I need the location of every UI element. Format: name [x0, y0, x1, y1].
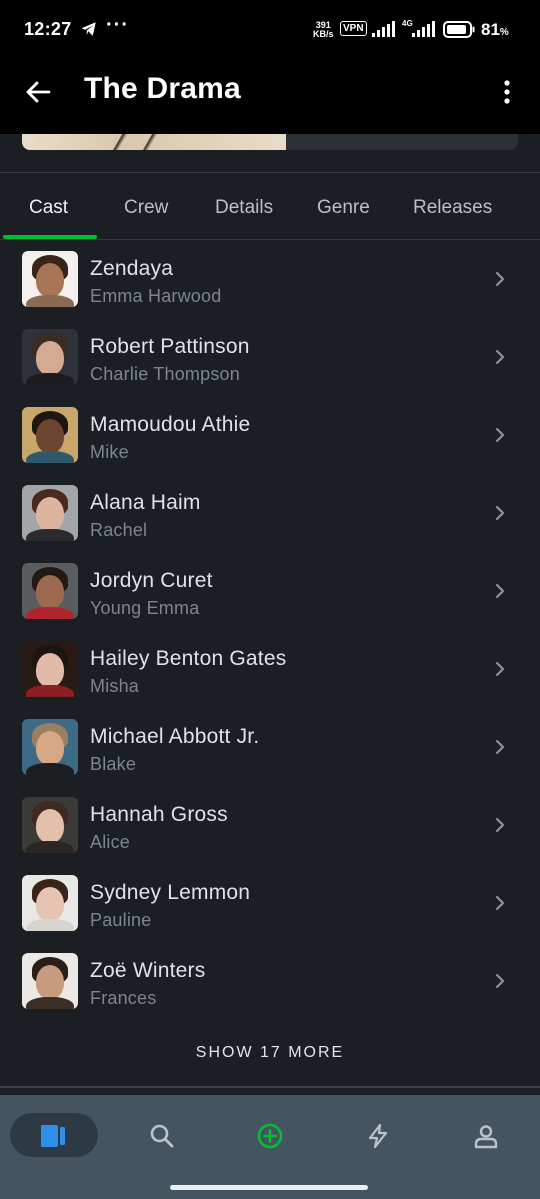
status-bar: 12:27 ··· 391 KB/s VPN 4G 81% [0, 0, 540, 62]
chevron-right-icon [495, 739, 505, 755]
page-title: The Drama [84, 72, 241, 105]
signal-icon-2 [412, 21, 435, 37]
lightning-icon[interactable] [365, 1123, 391, 1149]
chevron-right-icon [495, 271, 505, 287]
cast-role: Misha [90, 676, 140, 696]
tab-bar: Cast Crew Details Genre Releases [0, 173, 540, 239]
film-icon[interactable] [40, 1123, 66, 1149]
cast-row[interactable]: Sydney Lemmon Pauline [0, 864, 540, 942]
signal-icon [372, 21, 395, 37]
vpn-badge: VPN [340, 21, 367, 36]
avatar [22, 953, 78, 1009]
cast-row[interactable]: Zoë Winters Frances [0, 942, 540, 1020]
avatar [22, 563, 78, 619]
battery-icon [443, 21, 475, 38]
home-indicator[interactable] [170, 1185, 368, 1190]
chevron-right-icon [495, 817, 505, 833]
more-notifications-icon: ··· [106, 14, 129, 36]
cast-role: Rachel [90, 520, 148, 540]
cast-row[interactable]: Michael Abbott Jr. Blake [0, 708, 540, 786]
profile-icon[interactable] [473, 1123, 499, 1149]
cast-role: Emma Harwood [90, 286, 222, 306]
cast-name: Zendaya [90, 257, 174, 280]
battery-percent: 81% [481, 20, 509, 39]
tab-details[interactable]: Details [215, 197, 273, 219]
status-time: 12:27 [24, 19, 72, 39]
cast-role: Alice [90, 832, 131, 852]
avatar [22, 485, 78, 541]
chevron-right-icon [495, 349, 505, 365]
chevron-right-icon [495, 505, 505, 521]
cast-name: Alana Haim [90, 491, 201, 514]
app-bar: The Drama [0, 62, 540, 134]
poster-strip [22, 134, 518, 150]
avatar [22, 251, 78, 307]
show-more-button[interactable]: SHOW 17 MORE [0, 1044, 540, 1062]
tab-crew[interactable]: Crew [124, 197, 168, 219]
cast-role: Mike [90, 442, 129, 462]
add-circle-icon[interactable] [257, 1123, 283, 1149]
cast-name: Robert Pattinson [90, 335, 250, 358]
cast-name: Hailey Benton Gates [90, 647, 287, 670]
search-icon[interactable] [149, 1123, 175, 1149]
avatar [22, 641, 78, 697]
cast-name: Mamoudou Athie [90, 413, 251, 436]
poster-image [22, 134, 286, 150]
avatar [22, 797, 78, 853]
cast-row[interactable]: Hannah Gross Alice [0, 786, 540, 864]
cast-row[interactable]: Zendaya Emma Harwood [0, 240, 540, 318]
cast-name: Hannah Gross [90, 803, 228, 826]
network-speed: 391 KB/s [313, 20, 334, 39]
avatar [22, 719, 78, 775]
cast-name: Zoë Winters [90, 959, 206, 982]
chevron-right-icon [495, 583, 505, 599]
cast-row[interactable]: Mamoudou Athie Mike [0, 396, 540, 474]
bottom-nav [0, 1095, 540, 1199]
cast-row[interactable]: Hailey Benton Gates Misha [0, 630, 540, 708]
cast-name: Michael Abbott Jr. [90, 725, 260, 748]
chevron-right-icon [495, 661, 505, 677]
cast-role: Pauline [90, 910, 152, 930]
tab-genre[interactable]: Genre [317, 197, 370, 219]
telegram-icon [81, 22, 96, 36]
divider [0, 1086, 540, 1088]
cast-role: Frances [90, 988, 157, 1008]
avatar [22, 407, 78, 463]
cast-role: Blake [90, 754, 137, 774]
cast-name: Sydney Lemmon [90, 881, 251, 904]
avatar [22, 875, 78, 931]
back-arrow-icon[interactable] [24, 78, 52, 106]
cast-name: Jordyn Curet [90, 569, 213, 592]
cast-role: Young Emma [90, 598, 200, 618]
avatar [22, 329, 78, 385]
cast-row[interactable]: Robert Pattinson Charlie Thompson [0, 318, 540, 396]
cast-row[interactable]: Alana Haim Rachel [0, 474, 540, 552]
tab-releases[interactable]: Releases [413, 197, 492, 219]
cast-row[interactable]: Jordyn Curet Young Emma [0, 552, 540, 630]
cast-role: Charlie Thompson [90, 364, 240, 384]
more-options-icon[interactable] [497, 76, 517, 108]
chevron-right-icon [495, 973, 505, 989]
chevron-right-icon [495, 895, 505, 911]
chevron-right-icon [495, 427, 505, 443]
tab-cast[interactable]: Cast [29, 197, 68, 219]
